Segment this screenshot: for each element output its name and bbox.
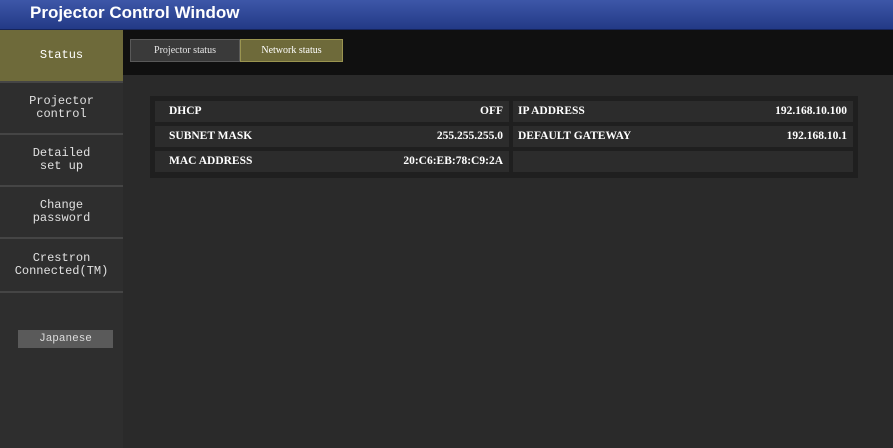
tab-network-status[interactable]: Network status bbox=[240, 39, 343, 62]
subnet-mask-value: 255.255.255.0 bbox=[436, 130, 503, 142]
sidebar: Status Projector control Detailed set up… bbox=[0, 30, 123, 448]
sidebar-item-change-password[interactable]: Change password bbox=[0, 187, 123, 239]
japanese-language-button[interactable]: Japanese bbox=[18, 330, 113, 348]
subnet-mask-row: SUBNET MASK 255.255.255.0 bbox=[155, 126, 509, 147]
mac-address-value: 20:C6:EB:78:C9:2A bbox=[403, 155, 503, 167]
subnet-mask-label: SUBNET MASK bbox=[169, 130, 253, 142]
dhcp-label: DHCP bbox=[169, 105, 202, 117]
tab-projector-status[interactable]: Projector status bbox=[130, 39, 240, 62]
sidebar-item-detailed-set-up[interactable]: Detailed set up bbox=[0, 135, 123, 187]
empty-cell bbox=[513, 151, 853, 172]
title-bar: Projector Control Window bbox=[0, 0, 893, 30]
default-gateway-value: 192.168.10.1 bbox=[786, 130, 847, 142]
mac-address-row: MAC ADDRESS 20:C6:EB:78:C9:2A bbox=[155, 151, 509, 172]
ip-address-row: IP ADDRESS 192.168.10.100 bbox=[513, 101, 853, 122]
ip-address-value: 192.168.10.100 bbox=[775, 105, 847, 117]
dhcp-row: DHCP OFF bbox=[155, 101, 509, 122]
dhcp-value: OFF bbox=[480, 105, 503, 117]
default-gateway-label: DEFAULT GATEWAY bbox=[518, 130, 632, 142]
network-status-panel: DHCP OFF IP ADDRESS 192.168.10.100 SUBNE… bbox=[150, 96, 858, 178]
tab-bar: Projector status Network status bbox=[123, 30, 893, 75]
sidebar-item-projector-control[interactable]: Projector control bbox=[0, 83, 123, 135]
main-content: DHCP OFF IP ADDRESS 192.168.10.100 SUBNE… bbox=[123, 75, 893, 448]
sidebar-item-status[interactable]: Status bbox=[0, 30, 123, 83]
default-gateway-row: DEFAULT GATEWAY 192.168.10.1 bbox=[513, 126, 853, 147]
window-title: Projector Control Window bbox=[30, 3, 240, 22]
mac-address-label: MAC ADDRESS bbox=[169, 155, 253, 167]
ip-address-label: IP ADDRESS bbox=[518, 105, 585, 117]
sidebar-item-crestron-connected[interactable]: Crestron Connected(TM) bbox=[0, 239, 123, 293]
